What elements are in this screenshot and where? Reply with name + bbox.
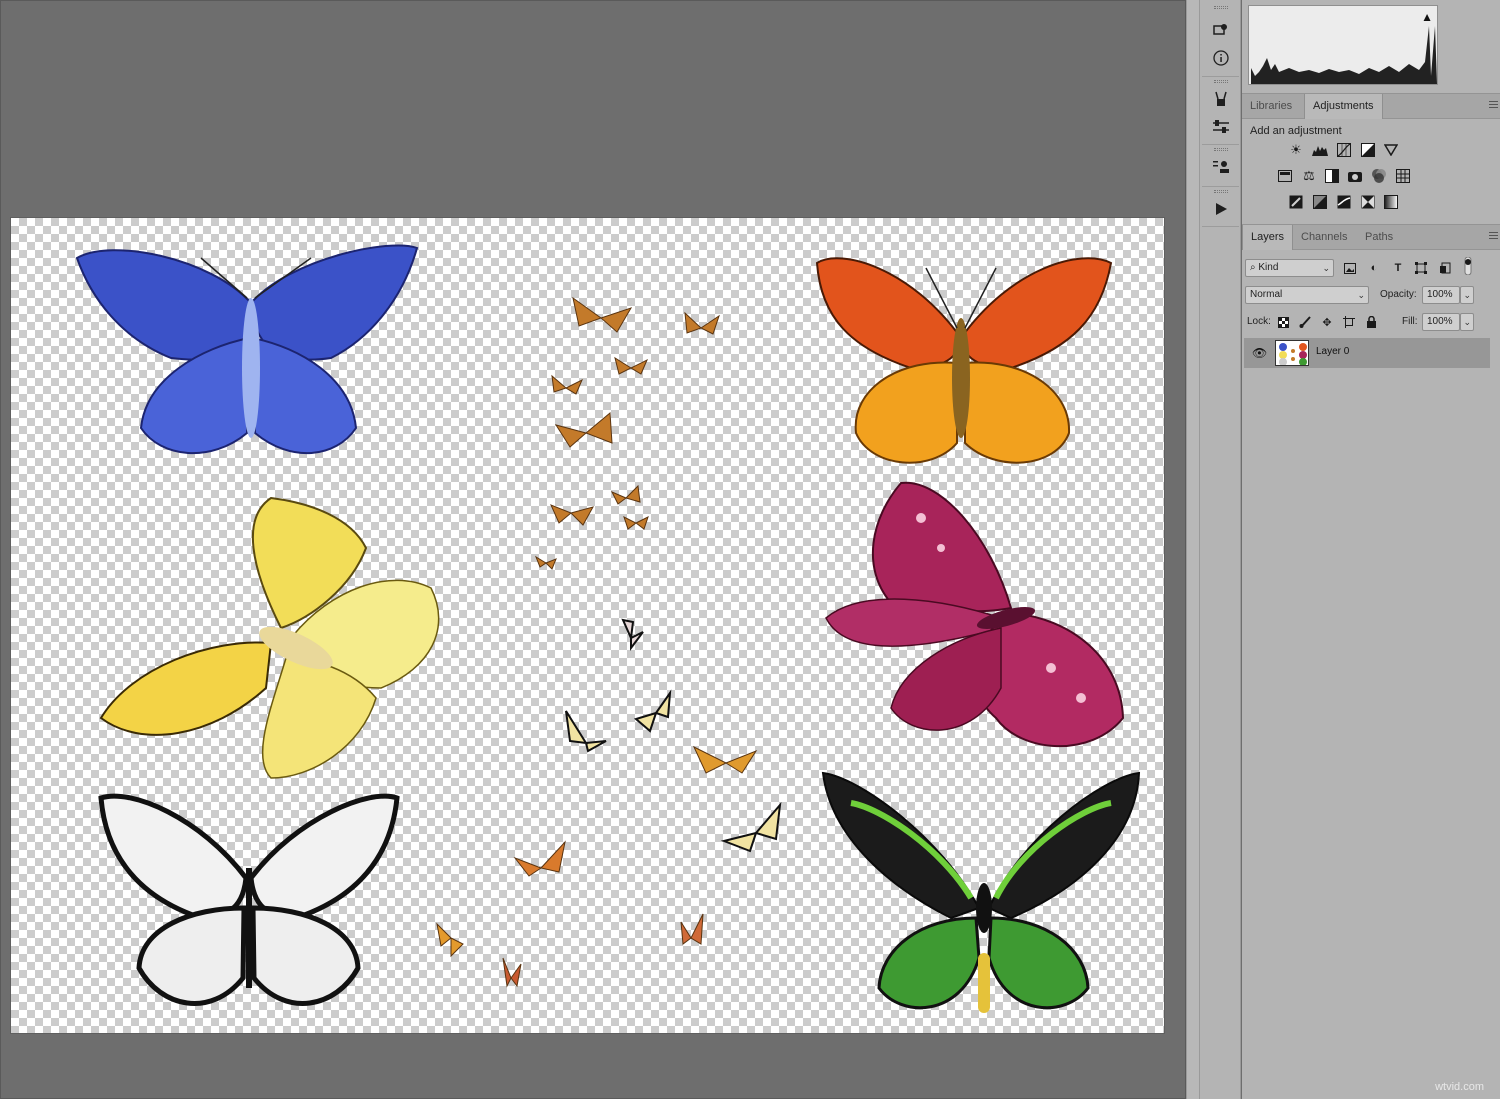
panel-menu-icon[interactable]	[1489, 232, 1498, 239]
layer-filter-value: Kind	[1258, 262, 1279, 273]
yellow-butterfly	[99, 496, 440, 779]
opacity-slider-toggle[interactable]: ⌄	[1460, 286, 1474, 304]
vibrance-icon[interactable]	[1382, 142, 1400, 158]
document-workspace[interactable]	[0, 0, 1186, 1099]
strip-separator	[1202, 226, 1239, 227]
levels-icon[interactable]	[1311, 142, 1329, 158]
strip-grip[interactable]	[1214, 80, 1228, 83]
strip-grip[interactable]	[1214, 148, 1228, 151]
orange-butterfly	[815, 257, 1113, 464]
tab-layers[interactable]: Layers	[1242, 225, 1294, 250]
histogram-graph	[1251, 26, 1437, 84]
workspace-scrollbar[interactable]	[1186, 0, 1200, 1099]
right-panel-dock: ▲ Libraries Adjustments Add an adjustmen…	[1242, 0, 1500, 1099]
color-balance-icon[interactable]: ⚖	[1300, 168, 1318, 184]
watermark-text: wtvid.com	[1435, 1081, 1484, 1093]
blue-butterfly	[75, 244, 419, 454]
strip-separator	[1202, 144, 1239, 145]
layer-thumbnail-image	[1279, 343, 1307, 365]
clone-source-icon[interactable]	[1208, 155, 1234, 179]
filter-adjustment-icon[interactable]: ◐	[1367, 261, 1381, 275]
adjustments-heading: Add an adjustment	[1250, 125, 1342, 137]
opacity-input[interactable]: 100%	[1422, 286, 1460, 304]
fill-slider-toggle[interactable]: ⌄	[1460, 313, 1474, 331]
document-canvas[interactable]	[11, 218, 1164, 1033]
magenta-butterfly	[825, 481, 1125, 748]
brightness-contrast-icon[interactable]: ☀	[1287, 142, 1305, 158]
butterfly-artwork	[75, 244, 1141, 1013]
swallowtail-butterflies	[565, 618, 782, 853]
navigator-icon[interactable]	[1208, 18, 1234, 42]
fill-input[interactable]: 100%	[1422, 313, 1460, 331]
tab-channels[interactable]: Channels	[1293, 225, 1355, 250]
lock-position-icon[interactable]: ✥	[1320, 315, 1334, 329]
layer-row[interactable]: 👁 Layer 0	[1244, 338, 1490, 368]
strip-separator	[1202, 186, 1239, 187]
panel-icon-strip	[1200, 0, 1241, 1099]
green-butterfly	[821, 771, 1141, 1013]
curves-icon[interactable]	[1335, 142, 1353, 158]
tab-libraries[interactable]: Libraries	[1242, 94, 1300, 119]
threshold-icon[interactable]	[1335, 194, 1353, 210]
tab-adjustments[interactable]: Adjustments	[1304, 94, 1383, 119]
layers-tabbar: Layers Channels Paths	[1242, 224, 1500, 250]
opacity-value: 100%	[1427, 289, 1453, 300]
photo-filter-icon[interactable]	[1346, 168, 1364, 184]
channel-mixer-icon[interactable]	[1370, 168, 1388, 184]
chevron-down-icon: ⌄	[1463, 317, 1471, 327]
opacity-label: Opacity:	[1380, 289, 1417, 300]
chevron-down-icon: ⌄	[1322, 263, 1330, 273]
filter-shape-icon[interactable]	[1414, 261, 1428, 275]
chevron-down-icon: ⌄	[1463, 290, 1471, 300]
search-icon: ⌕	[1250, 262, 1256, 273]
exposure-icon[interactable]	[1359, 142, 1377, 158]
warning-triangle-icon[interactable]: ▲	[1421, 10, 1433, 24]
invert-icon[interactable]	[1287, 194, 1305, 210]
adjustments-tabbar: Libraries Adjustments	[1242, 93, 1500, 119]
layer-thumbnail[interactable]	[1275, 340, 1309, 366]
histogram-panel: ▲	[1248, 5, 1438, 85]
fill-value: 100%	[1427, 316, 1453, 327]
blend-mode-value: Normal	[1250, 289, 1283, 300]
brush-preset-icon[interactable]	[1208, 87, 1234, 111]
filter-type-icon[interactable]: T	[1391, 261, 1405, 275]
filter-smart-object-icon[interactable]	[1438, 261, 1452, 275]
gradient-map-icon[interactable]	[1382, 194, 1400, 210]
hue-saturation-icon[interactable]	[1276, 168, 1294, 184]
blend-mode-dropdown[interactable]: Normal ⌄	[1245, 286, 1369, 304]
filter-toggle-icon[interactable]	[1461, 257, 1475, 275]
brush-settings-icon[interactable]	[1208, 115, 1234, 139]
black-white-icon[interactable]	[1323, 168, 1341, 184]
posterize-icon[interactable]	[1311, 194, 1329, 210]
tab-paths[interactable]: Paths	[1357, 225, 1401, 250]
chevron-down-icon: ⌄	[1357, 290, 1365, 300]
lock-transparent-pixels-icon[interactable]	[1276, 315, 1290, 329]
lock-image-pixels-icon[interactable]	[1298, 315, 1312, 329]
small-butterflies	[436, 296, 758, 988]
lock-artboard-icon[interactable]	[1342, 315, 1356, 329]
strip-grip[interactable]	[1214, 6, 1228, 9]
white-butterfly	[98, 793, 400, 1006]
selective-color-icon[interactable]	[1359, 194, 1377, 210]
actions-play-icon[interactable]	[1208, 197, 1234, 221]
layer-name[interactable]: Layer 0	[1316, 346, 1349, 357]
visibility-eye-icon[interactable]: 👁	[1252, 346, 1267, 360]
layer-filter-dropdown[interactable]: ⌕ Kind ⌄	[1245, 259, 1334, 277]
info-icon[interactable]	[1208, 46, 1234, 70]
color-lookup-icon[interactable]	[1394, 168, 1412, 184]
strip-grip[interactable]	[1214, 190, 1228, 193]
filter-pixel-icon[interactable]	[1343, 261, 1357, 275]
lock-label: Lock:	[1247, 316, 1271, 327]
strip-separator	[1202, 76, 1239, 77]
fill-label: Fill:	[1402, 316, 1418, 327]
panel-menu-icon[interactable]	[1489, 101, 1498, 108]
lock-all-icon[interactable]	[1364, 315, 1378, 329]
